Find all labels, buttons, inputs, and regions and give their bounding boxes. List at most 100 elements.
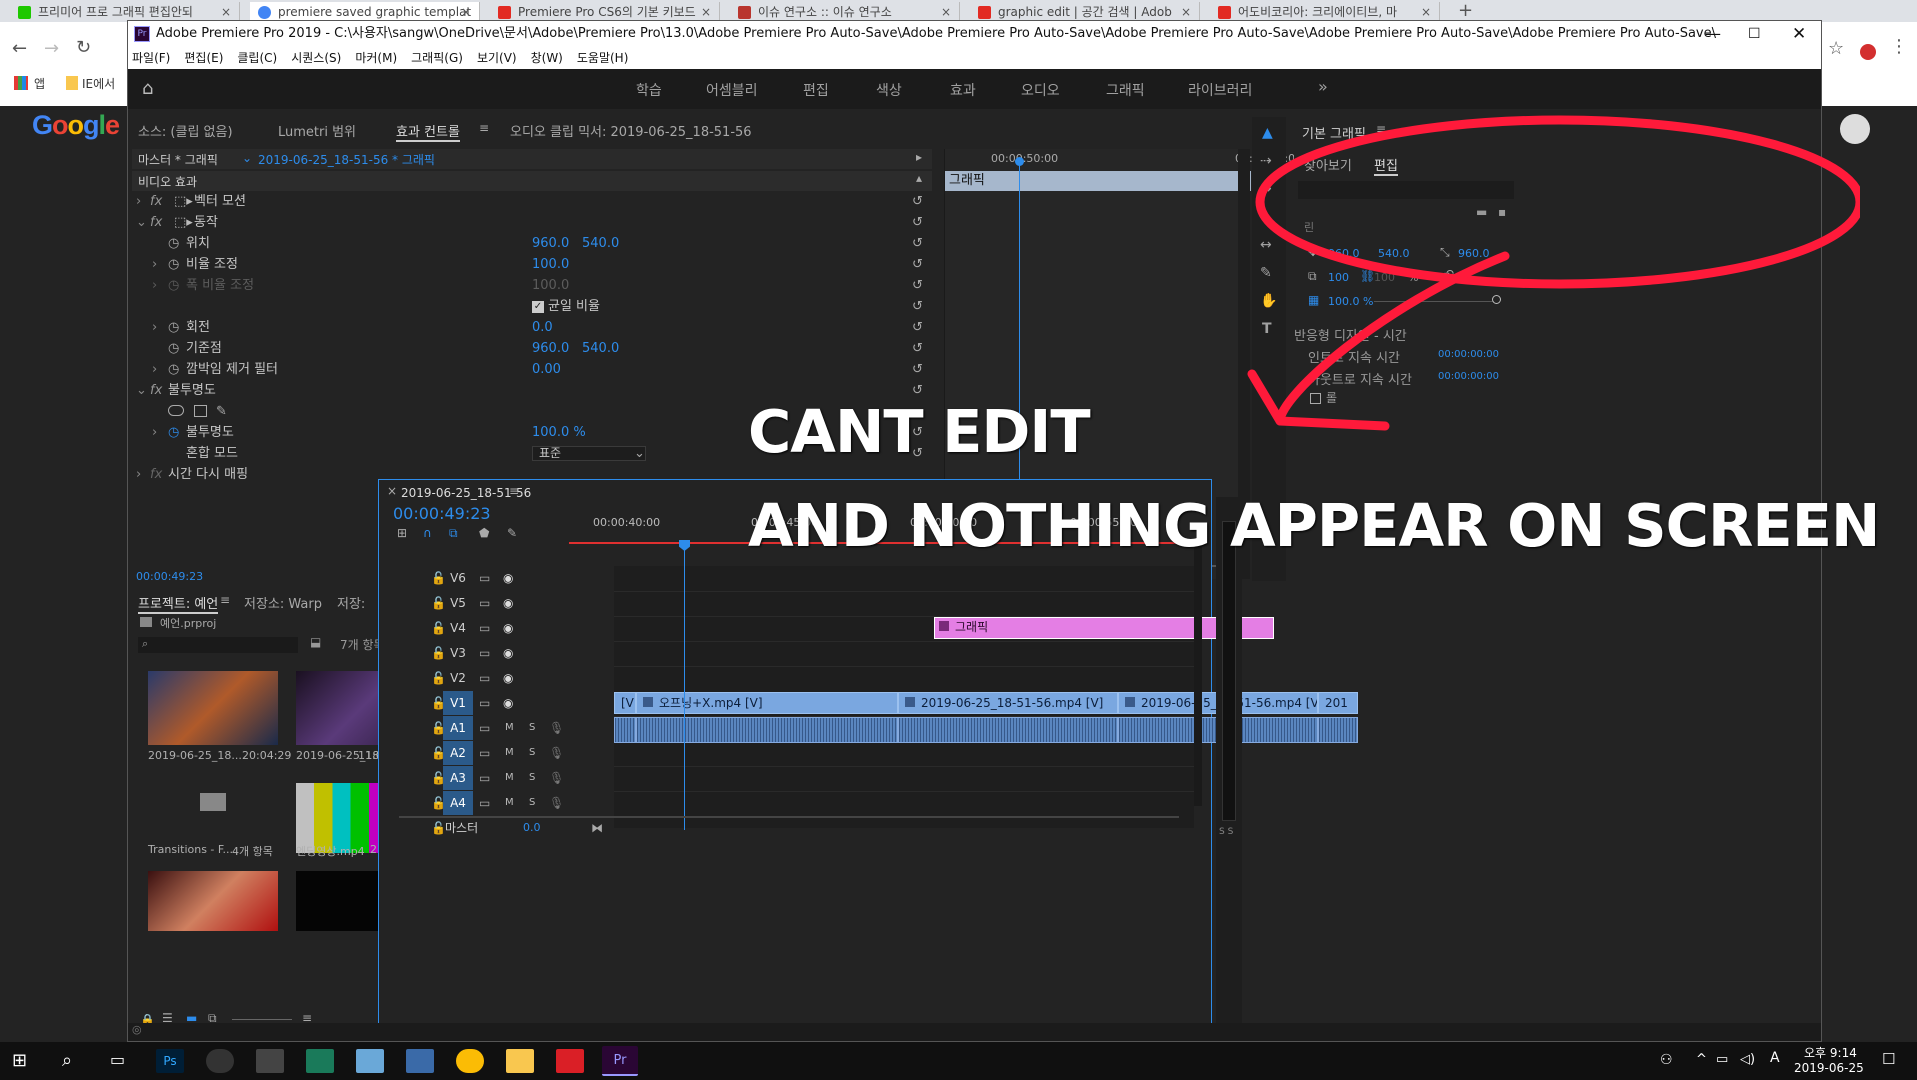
menu-edit[interactable]: 편집(E) — [184, 51, 223, 65]
tab-audio-clip-mixer[interactable]: 오디오 클립 믹서: 2019-06-25_18-51-56 — [510, 121, 752, 140]
effect-row-anchor-point[interactable]: ◷ 기준점 960.0 540.0 ↺ — [132, 338, 932, 359]
track-header-v3[interactable]: 🔓 V3 ▭ ◉ — [379, 641, 614, 665]
search-icon[interactable]: ⌕ — [62, 1050, 72, 1071]
lock-icon[interactable]: 🔓 — [431, 816, 446, 840]
chevron-down-icon[interactable]: ⌄ — [242, 151, 252, 165]
panel-menu-icon[interactable]: ≡ — [479, 121, 489, 135]
extension-icon[interactable] — [1860, 44, 1876, 60]
menu-help[interactable]: 도움말(H) — [577, 51, 629, 65]
close-tab-icon[interactable]: × — [461, 2, 471, 22]
sync-lock-icon[interactable]: ▭ — [479, 616, 490, 640]
solo-button[interactable]: S — [529, 791, 535, 815]
menu-view[interactable]: 보기(V) — [477, 51, 517, 65]
workspace-effects[interactable]: 효과 — [950, 80, 976, 100]
tab-bin-warp[interactable]: 저장소: Warp — [244, 593, 322, 612]
stopwatch-icon[interactable]: ◷ — [168, 422, 179, 443]
timeline-playhead-line[interactable] — [684, 544, 685, 830]
track-header-v4[interactable]: 🔓 V4 ▭ ◉ — [379, 616, 614, 640]
app-icon[interactable] — [406, 1049, 434, 1073]
stopwatch-icon[interactable]: ◷ — [168, 317, 179, 338]
maximize-icon[interactable]: ☐ — [1748, 21, 1761, 47]
audio-clip[interactable] — [636, 717, 898, 743]
minimize-icon[interactable]: — — [1705, 21, 1721, 47]
eye-icon[interactable]: ◉ — [503, 641, 513, 665]
clock-date[interactable]: 2019-06-25 — [1794, 1061, 1864, 1075]
sync-lock-icon[interactable]: ▭ — [479, 741, 490, 765]
snap-icon[interactable]: ∩ — [423, 526, 432, 540]
track-header-a3[interactable]: 🔓 A3 ▭ M S 🎙 — [379, 766, 614, 790]
volume-icon[interactable]: ◁) — [1740, 1052, 1755, 1067]
close-tab-icon[interactable]: × — [701, 2, 711, 22]
project-item-thumbnail[interactable] — [148, 871, 278, 931]
reset-icon[interactable]: ↺ — [912, 359, 923, 380]
workspace-libraries[interactable]: 라이브러리 — [1188, 80, 1252, 100]
sequence-clip-label[interactable]: 2019-06-25_18-51-56 * 그래픽 — [258, 151, 435, 168]
collapse-icon[interactable]: ▴ — [916, 171, 922, 185]
track-header-v5[interactable]: 🔓 V5 ▭ ◉ — [379, 591, 614, 615]
sync-lock-icon[interactable]: ▭ — [479, 766, 490, 790]
browser-tab[interactable]: 어도비코리아: 크리에이티브, 마 × — [1210, 2, 1440, 22]
workspace-learning[interactable]: 학습 — [636, 80, 662, 100]
ec-playhead-head[interactable] — [1015, 157, 1024, 166]
menu-window[interactable]: 창(W) — [531, 51, 563, 65]
photoshop-icon[interactable]: Ps — [156, 1049, 184, 1073]
video-clip[interactable]: 2019-06-25_18-51-56.mp4 [V] — [898, 692, 1118, 714]
calculator-icon[interactable] — [256, 1049, 284, 1073]
mic-icon[interactable]: 🎙 — [549, 716, 564, 740]
track-header-master[interactable]: 🔓 마스터 0.0 ⧓ — [379, 816, 614, 840]
menu-sequence[interactable]: 시퀀스(S) — [291, 51, 341, 65]
audio-clip[interactable] — [898, 717, 1118, 743]
premiere-taskbar-icon[interactable]: Pr — [602, 1046, 638, 1076]
ime-indicator[interactable]: A — [1770, 1050, 1780, 1066]
effect-row-uniform-scale[interactable]: ✓ 균일 비율 ↺ — [132, 296, 932, 317]
menu-marker[interactable]: 마커(M) — [355, 51, 397, 65]
tab-source[interactable]: 소스: (클립 없음) — [138, 121, 233, 140]
sync-lock-icon[interactable]: ▭ — [479, 691, 490, 715]
people-icon[interactable]: ⚇ — [1660, 1052, 1673, 1068]
reset-icon[interactable]: ↺ — [912, 212, 923, 233]
back-icon[interactable]: ← — [12, 38, 27, 59]
track-header-v6[interactable]: 🔓 V6 ▭ ◉ — [379, 566, 614, 590]
stopwatch-icon[interactable]: ◷ — [168, 233, 179, 254]
workspace-more-icon[interactable]: » — [1318, 77, 1328, 96]
track-header-a1[interactable]: 🔓 A1 ▭ M S 🎙 — [379, 716, 614, 740]
clock-time[interactable]: 오후 9:14 — [1804, 1044, 1857, 1061]
video-clip[interactable]: [V] — [614, 692, 636, 714]
mic-icon[interactable]: 🎙 — [549, 791, 564, 815]
reset-icon[interactable]: ↺ — [912, 275, 923, 296]
reset-icon[interactable]: ↺ — [912, 233, 923, 254]
audio-clip[interactable] — [1318, 717, 1358, 743]
project-item-thumbnail[interactable] — [148, 671, 278, 745]
eye-icon[interactable]: ◉ — [503, 691, 513, 715]
panel-menu-icon[interactable]: ≡ — [220, 593, 230, 607]
close-icon[interactable]: × — [387, 484, 397, 498]
wrench-icon[interactable]: ✎ — [507, 526, 517, 540]
play-icon[interactable]: ▸ — [916, 150, 922, 164]
folder-icon[interactable] — [200, 793, 226, 811]
video-clip[interactable]: 오프닝+X.mp4 [V] — [636, 692, 898, 714]
blend-mode-select[interactable]: 표준 — [532, 446, 646, 461]
insert-sequence-icon[interactable]: ⊞ — [397, 526, 407, 540]
forward-icon[interactable]: → — [44, 38, 59, 59]
workspace-color[interactable]: 색상 — [876, 80, 902, 100]
workspace-assembly[interactable]: 어셈블리 — [706, 80, 758, 100]
sync-lock-icon[interactable]: ▭ — [479, 666, 490, 690]
timeline-horizontal-scrollbar[interactable] — [399, 816, 1179, 818]
track-header-a2[interactable]: 🔓 A2 ▭ M S 🎙 — [379, 741, 614, 765]
pen-mask-icon[interactable]: ✎ — [216, 401, 227, 422]
sync-lock-icon[interactable]: ▭ — [479, 716, 490, 740]
creative-cloud-icon[interactable] — [556, 1049, 584, 1073]
browser-tab-active[interactable]: premiere saved graphic templat × — [250, 2, 480, 22]
master-volume-value[interactable]: 0.0 — [523, 816, 541, 840]
rectangle-mask-icon[interactable] — [194, 405, 207, 417]
timeline-playhead-head[interactable] — [679, 540, 690, 551]
eye-icon[interactable]: ◉ — [503, 616, 513, 640]
browser-tab[interactable]: Premiere Pro CS6의 기본 키보드 × — [490, 2, 720, 22]
sync-lock-icon[interactable]: ▭ — [479, 591, 490, 615]
sync-lock-icon[interactable]: ▭ — [479, 641, 490, 665]
uniform-scale-checkbox[interactable]: ✓ — [532, 301, 544, 313]
project-search-input[interactable]: ⌕ — [138, 637, 298, 653]
tab-project[interactable]: 프로젝트: 예언 — [138, 593, 219, 614]
bookmark-apps[interactable]: 앱 — [34, 75, 45, 92]
close-tab-icon[interactable]: × — [1421, 2, 1431, 22]
